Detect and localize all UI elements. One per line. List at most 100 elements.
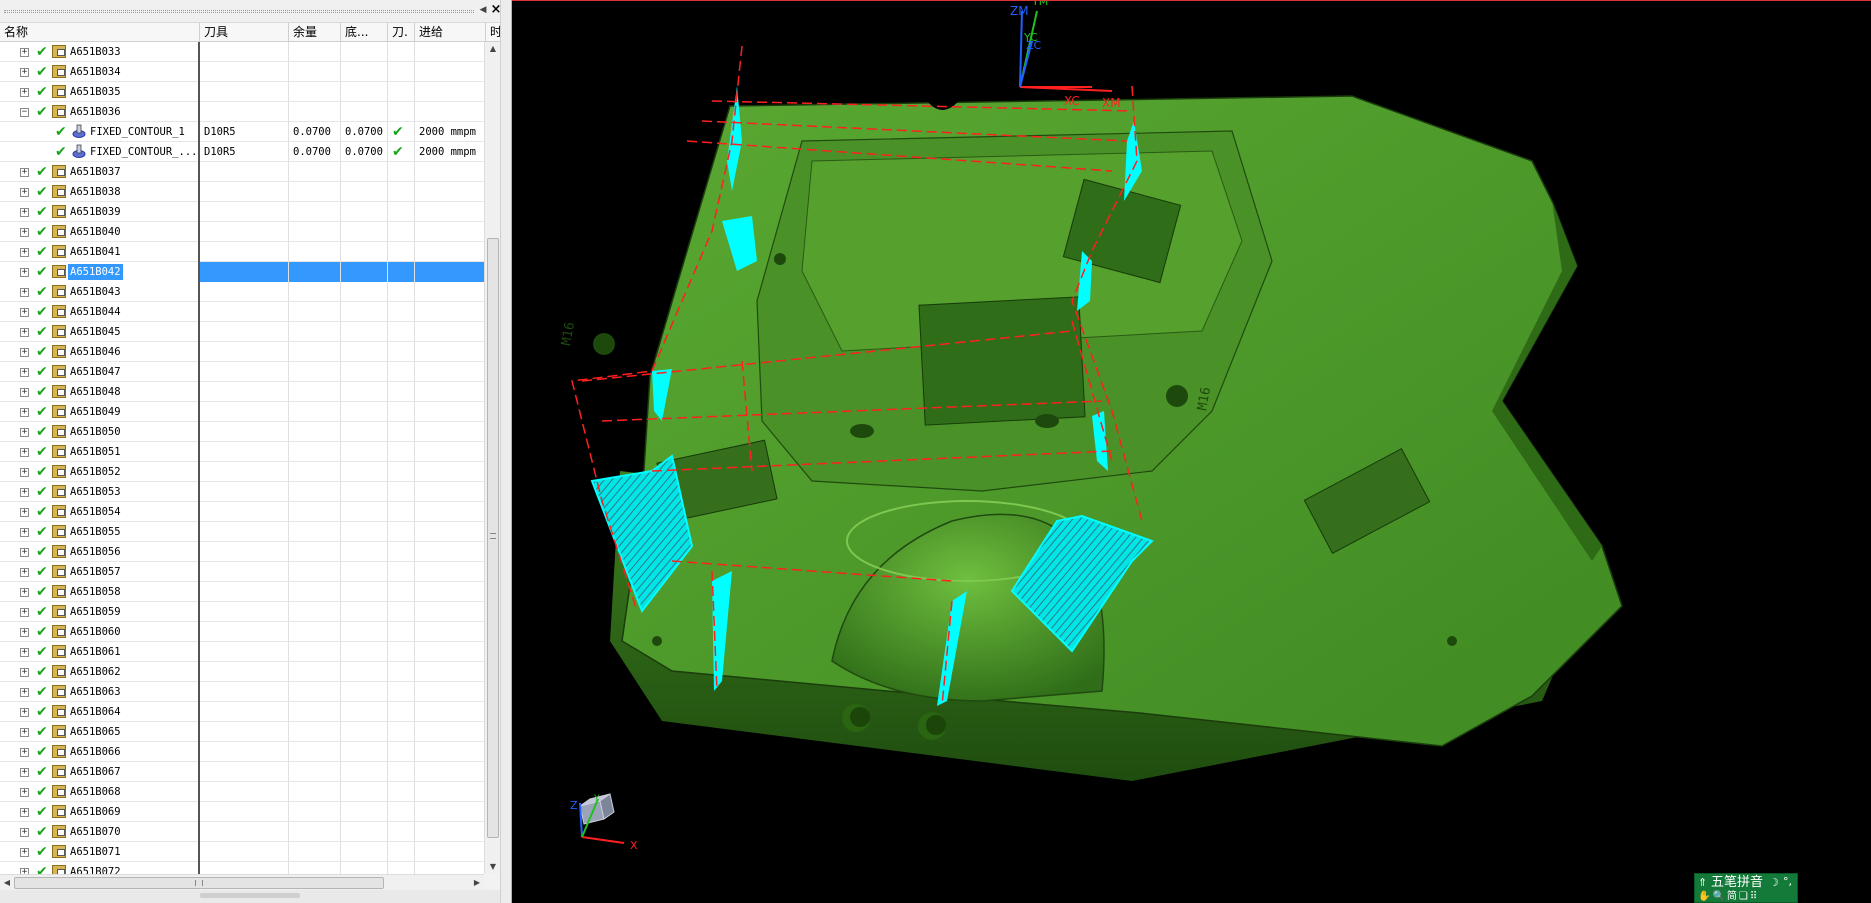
expand-icon[interactable]: +: [20, 368, 29, 377]
name-cell[interactable]: + ✔ A651B040: [0, 222, 200, 242]
name-cell[interactable]: + ✔ A651B053: [0, 482, 200, 502]
mold-model-view[interactable]: M16 M16 ZM YM YC ZC XC XM X Z Y: [512, 1, 1871, 903]
group-row[interactable]: + ✔ A651B065: [0, 722, 484, 742]
expand-icon[interactable]: +: [20, 528, 29, 537]
expand-icon[interactable]: +: [20, 668, 29, 677]
name-cell[interactable]: + ✔ A651B044: [0, 302, 200, 322]
group-row[interactable]: + ✔ A651B055: [0, 522, 484, 542]
expand-icon[interactable]: +: [20, 288, 29, 297]
name-cell[interactable]: + ✔ A651B067: [0, 762, 200, 782]
name-cell[interactable]: + ✔ A651B046: [0, 342, 200, 362]
vertical-scroll-thumb[interactable]: [487, 238, 499, 838]
name-cell[interactable]: + ✔ A651B063: [0, 682, 200, 702]
expand-icon[interactable]: +: [20, 508, 29, 517]
name-cell[interactable]: + ✔ A651B050: [0, 422, 200, 442]
collapse-arrow-icon[interactable]: ◀: [478, 3, 488, 17]
expand-icon[interactable]: +: [20, 468, 29, 477]
name-cell[interactable]: + ✔ A651B071: [0, 842, 200, 862]
expand-icon[interactable]: +: [20, 628, 29, 637]
collapse-icon[interactable]: −: [20, 108, 29, 117]
group-row[interactable]: + ✔ A651B072: [0, 862, 484, 874]
name-cell[interactable]: + ✔ A651B049: [0, 402, 200, 422]
group-row[interactable]: + ✔ A651B035: [0, 82, 484, 102]
ime-name-label[interactable]: 五笔拼音: [1711, 875, 1763, 891]
group-row[interactable]: + ✔ A651B059: [0, 602, 484, 622]
name-cell[interactable]: + ✔ A651B072: [0, 862, 200, 874]
name-cell[interactable]: + ✔ A651B038: [0, 182, 200, 202]
expand-icon[interactable]: +: [20, 308, 29, 317]
group-row[interactable]: + ✔ A651B051: [0, 442, 484, 462]
group-row[interactable]: + ✔ A651B069: [0, 802, 484, 822]
name-cell[interactable]: + ✔ A651B051: [0, 442, 200, 462]
group-row[interactable]: + ✔ A651B040: [0, 222, 484, 242]
ime-expand-icon[interactable]: ⇑: [1698, 876, 1707, 890]
name-cell[interactable]: + ✔ A651B062: [0, 662, 200, 682]
name-cell[interactable]: + ✔ A651B057: [0, 562, 200, 582]
expand-icon[interactable]: +: [20, 88, 29, 97]
group-row[interactable]: + ✔ A651B034: [0, 62, 484, 82]
name-cell[interactable]: + ✔ A651B065: [0, 722, 200, 742]
expand-icon[interactable]: +: [20, 808, 29, 817]
expand-icon[interactable]: +: [20, 488, 29, 497]
expand-icon[interactable]: +: [20, 728, 29, 737]
name-cell[interactable]: + ✔ A651B058: [0, 582, 200, 602]
scroll-right-arrow-icon[interactable]: ▶: [470, 875, 484, 891]
name-cell[interactable]: + ✔ A651B048: [0, 382, 200, 402]
name-cell[interactable]: + ✔ A651B055: [0, 522, 200, 542]
name-cell[interactable]: + ✔ A651B059: [0, 602, 200, 622]
group-row[interactable]: + ✔ A651B058: [0, 582, 484, 602]
expand-icon[interactable]: +: [20, 248, 29, 257]
expand-icon[interactable]: +: [20, 448, 29, 457]
group-row[interactable]: + ✔ A651B054: [0, 502, 484, 522]
group-row[interactable]: + ✔ A651B050: [0, 422, 484, 442]
expand-icon[interactable]: +: [20, 348, 29, 357]
name-cell[interactable]: ✔ FIXED_CONTOUR_...: [0, 142, 200, 162]
graphics-viewport[interactable]: M16 M16 ZM YM YC ZC XC XM X Z Y: [512, 0, 1871, 903]
group-row[interactable]: + ✔ A651B071: [0, 842, 484, 862]
column-header-feed[interactable]: 进给: [415, 23, 486, 42]
group-row[interactable]: + ✔ A651B056: [0, 542, 484, 562]
expand-icon[interactable]: +: [20, 408, 29, 417]
name-cell[interactable]: + ✔ A651B054: [0, 502, 200, 522]
name-cell[interactable]: + ✔ A651B039: [0, 202, 200, 222]
expand-icon[interactable]: +: [20, 768, 29, 777]
column-header-tool[interactable]: 刀具: [200, 23, 289, 42]
name-cell[interactable]: + ✔ A651B045: [0, 322, 200, 342]
expand-icon[interactable]: +: [20, 548, 29, 557]
group-row[interactable]: + ✔ A651B061: [0, 642, 484, 662]
group-row[interactable]: + ✔ A651B067: [0, 762, 484, 782]
name-cell[interactable]: ✔ FIXED_CONTOUR_1: [0, 122, 200, 142]
expand-icon[interactable]: +: [20, 568, 29, 577]
name-cell[interactable]: + ✔ A651B060: [0, 622, 200, 642]
group-row[interactable]: + ✔ A651B038: [0, 182, 484, 202]
group-row[interactable]: + ✔ A651B046: [0, 342, 484, 362]
column-header-name[interactable]: 名称: [0, 23, 200, 42]
group-row[interactable]: + ✔ A651B057: [0, 562, 484, 582]
expand-icon[interactable]: +: [20, 828, 29, 837]
group-row[interactable]: + ✔ A651B064: [0, 702, 484, 722]
expand-icon[interactable]: +: [20, 68, 29, 77]
name-cell[interactable]: + ✔ A651B034: [0, 62, 200, 82]
name-cell[interactable]: + ✔ A651B047: [0, 362, 200, 382]
name-cell[interactable]: + ✔ A651B070: [0, 822, 200, 842]
group-row[interactable]: + ✔ A651B063: [0, 682, 484, 702]
expand-icon[interactable]: +: [20, 48, 29, 57]
resize-handle[interactable]: [200, 893, 300, 898]
group-row[interactable]: + ✔ A651B070: [0, 822, 484, 842]
expand-icon[interactable]: +: [20, 708, 29, 717]
scroll-down-arrow-icon[interactable]: ▼: [485, 860, 501, 874]
group-row[interactable]: − ✔ A651B036: [0, 102, 484, 122]
group-row[interactable]: + ✔ A651B052: [0, 462, 484, 482]
expand-icon[interactable]: +: [20, 228, 29, 237]
group-row[interactable]: + ✔ A651B068: [0, 782, 484, 802]
ime-punctuation-icon[interactable]: °,: [1783, 875, 1792, 889]
group-row[interactable]: + ✔ A651B037: [0, 162, 484, 182]
ime-halfwidth-icon[interactable]: ☽: [1769, 876, 1779, 890]
ime-toolbar[interactable]: ⇑ 五笔拼音 ☽ °, ✋🔍简❏⠿: [1694, 873, 1798, 903]
expand-icon[interactable]: +: [20, 428, 29, 437]
column-header-path[interactable]: 刀.: [388, 23, 415, 42]
group-row[interactable]: + ✔ A651B049: [0, 402, 484, 422]
name-cell[interactable]: + ✔ A651B033: [0, 42, 200, 62]
name-cell[interactable]: + ✔ A651B043: [0, 282, 200, 302]
name-cell[interactable]: − ✔ A651B036: [0, 102, 200, 122]
